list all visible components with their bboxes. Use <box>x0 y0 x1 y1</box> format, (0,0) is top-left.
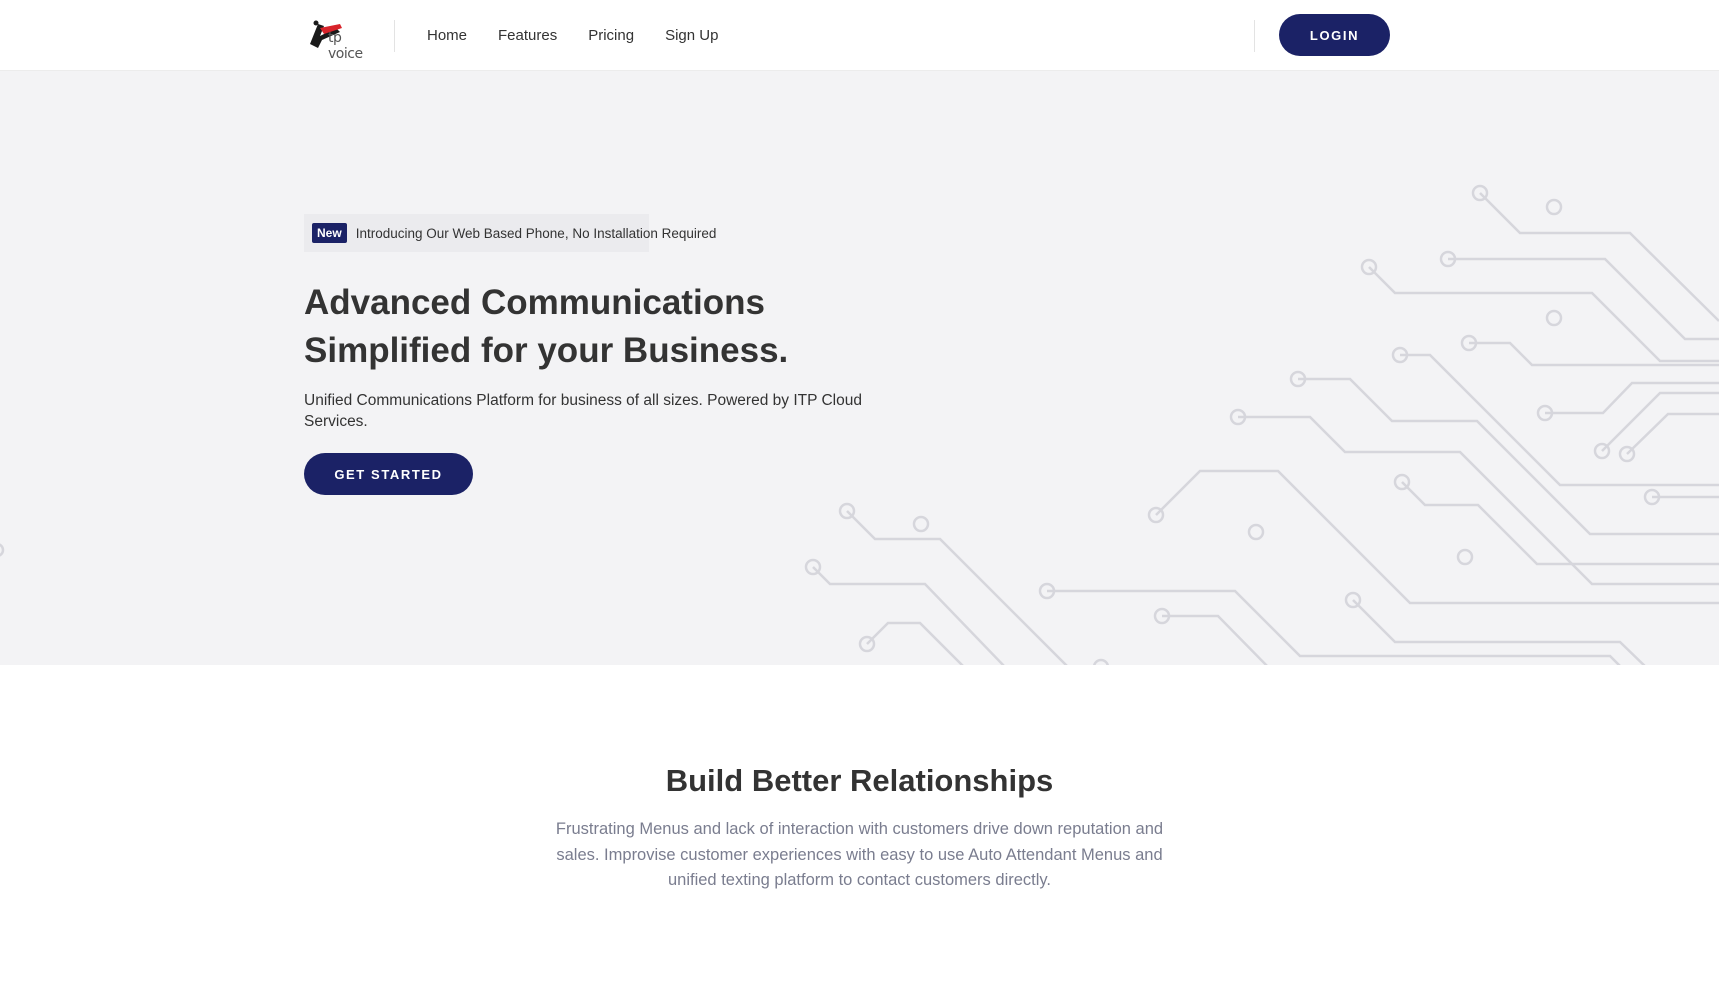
get-started-button[interactable]: GET STARTED <box>304 453 473 495</box>
nav-divider-right <box>1254 20 1255 52</box>
nav-divider <box>394 20 395 52</box>
login-button[interactable]: LOGIN <box>1279 14 1390 56</box>
nav-link-home[interactable]: Home <box>427 27 467 44</box>
nav-link-sign-up[interactable]: Sign Up <box>665 27 718 44</box>
announcement-text: Introducing Our Web Based Phone, No Inst… <box>355 225 717 241</box>
hero-subtitle: Unified Communications Platform for busi… <box>304 392 862 430</box>
section-description: Frustrating Menus and lack of interactio… <box>555 820 1164 889</box>
logo-text: tp voice <box>328 30 363 62</box>
section-title: Build Better Relationships <box>665 763 1054 798</box>
announcement-bar[interactable]: New Introducing Our Web Based Phone, No … <box>304 214 716 252</box>
hero-title: Advanced Communications Simplified for y… <box>304 279 944 375</box>
itp-voice-logo[interactable]: tp voice <box>306 18 378 62</box>
hero-title-line1: Advanced Communications <box>304 283 765 322</box>
navbar: tp voice Home Features Pricing Sign Up L… <box>0 0 1719 71</box>
features-section: Build Better Relationships Frustrating M… <box>0 665 1719 981</box>
new-badge: New <box>312 223 347 243</box>
hero-section: New Introducing Our Web Based Phone, No … <box>0 71 1719 665</box>
nav-links: Home Features Pricing Sign Up <box>427 0 749 71</box>
nav-link-pricing[interactable]: Pricing <box>588 27 634 44</box>
nav-link-features[interactable]: Features <box>498 27 557 44</box>
hero-title-line2: Simplified for your Business. <box>304 331 789 370</box>
